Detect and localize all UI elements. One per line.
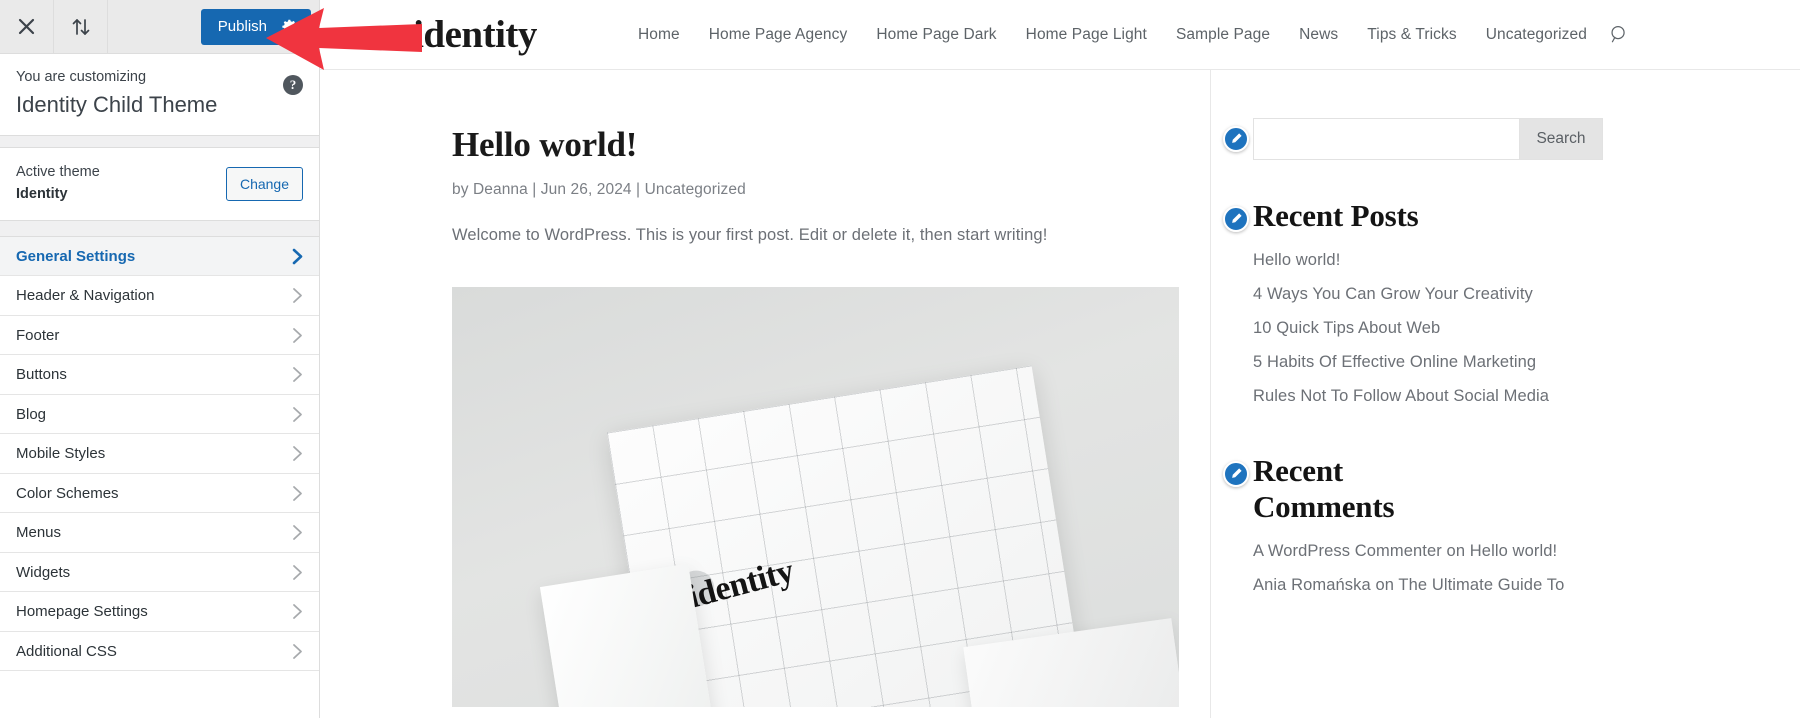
edit-pencil-icon[interactable]	[1223, 126, 1249, 152]
customizer-panel-label: Blog	[16, 405, 47, 423]
nav-link-home-page-light[interactable]: Home Page Light	[1026, 26, 1147, 44]
site-preview: identity Home Home Page Agency Home Page D…	[320, 0, 1800, 718]
search-magnifier-icon[interactable]	[1609, 24, 1630, 45]
customizer-panel-general-settings[interactable]: General Settings	[0, 236, 319, 277]
nav-link-news[interactable]: News	[1299, 26, 1338, 44]
customizer-sidebar: Publish You are customizing Identity Chi…	[0, 0, 320, 718]
post-content-column: Hello world! by Deanna | Jun 26, 2024 | …	[320, 70, 1210, 718]
recent-posts-list: Hello world! 4 Ways You Can Grow Your Cre…	[1253, 248, 1760, 409]
edit-pencil-icon[interactable]	[1223, 206, 1249, 232]
widget-sidebar: Search Recent Posts Hello world! 4 Ways Y…	[1210, 70, 1800, 718]
recent-comment-link[interactable]: A WordPress Commenter on Hello world!	[1253, 539, 1760, 564]
primary-navigation: Home Home Page Agency Home Page Dark Home P…	[638, 26, 1587, 44]
site-body: Hello world! by Deanna | Jun 26, 2024 | …	[320, 70, 1800, 718]
customizer-panel-widgets[interactable]: Widgets	[0, 553, 319, 593]
customizing-label: You are customizing	[16, 69, 147, 85]
nav-link-tips-tricks[interactable]: Tips & Tricks	[1367, 26, 1456, 44]
search-submit-button[interactable]: Search	[1519, 118, 1603, 160]
customizer-panel-label: Menus	[16, 524, 62, 542]
nav-link-home-page-agency[interactable]: Home Page Agency	[709, 26, 848, 44]
customizer-panel-label: Widgets	[16, 563, 71, 581]
panel-list-gap	[0, 220, 319, 237]
publish-button-label: Publish	[217, 17, 267, 35]
customizer-panel-menus[interactable]: Menus	[0, 513, 319, 553]
recent-post-link[interactable]: 5 Habits Of Effective Online Marketing	[1253, 350, 1760, 375]
chevron-right-icon	[292, 485, 303, 502]
chevron-right-icon	[292, 445, 303, 462]
search-widget: Search	[1253, 118, 1603, 160]
recent-post-link[interactable]: 4 Ways You Can Grow Your Creativity	[1253, 282, 1760, 307]
edit-pencil-icon[interactable]	[1223, 461, 1249, 488]
chevron-right-icon	[292, 603, 303, 620]
customizer-panel-label: Footer	[16, 326, 60, 344]
nav-link-sample-page[interactable]: Sample Page	[1176, 26, 1270, 44]
customizer-panel-label: Header & Navigation	[16, 287, 155, 305]
chevron-right-icon	[292, 327, 303, 344]
close-x-icon	[18, 18, 35, 35]
customizer-panel-label: Color Schemes	[16, 484, 119, 502]
chevron-right-icon	[292, 248, 303, 265]
customizer-panel-buttons[interactable]: Buttons	[0, 355, 319, 395]
customizer-panel-footer[interactable]: Footer	[0, 316, 319, 356]
customizer-topbar: Publish	[0, 0, 319, 54]
post-featured-image: identity	[452, 287, 1179, 707]
customizer-panel-label: Homepage Settings	[16, 603, 148, 621]
collapse-sidebar-button[interactable]	[54, 0, 108, 53]
change-theme-button[interactable]: Change	[225, 166, 303, 202]
customizer-panel-color-schemes[interactable]: Color Schemes	[0, 474, 319, 514]
question-mark-icon[interactable]: ?	[283, 75, 303, 95]
sort-updown-icon	[71, 18, 91, 36]
active-theme-name: Identity	[16, 186, 68, 203]
recent-posts-widget: Recent Posts Hello world! 4 Ways You Can …	[1223, 198, 1760, 409]
post-body-paragraph: Welcome to WordPress. This is your first…	[452, 226, 1048, 244]
chevron-right-icon	[292, 564, 303, 581]
header-spacer	[0, 136, 319, 149]
nav-link-uncategorized[interactable]: Uncategorized	[1486, 26, 1587, 44]
recent-comments-widget: Recent Comments A WordPress Commenter on…	[1223, 453, 1760, 598]
customizer-header: You are customizing Identity Child Theme…	[0, 54, 319, 137]
active-theme-info: Active theme Identity	[16, 162, 226, 206]
publish-area: Publish	[200, 0, 319, 53]
customizing-theme-name: Identity Child Theme	[16, 91, 218, 117]
chevron-right-icon	[292, 287, 303, 304]
customizer-panel-label: Buttons	[16, 366, 67, 384]
recent-comments-title: Recent Comments	[1253, 453, 1395, 525]
post-meta: by Deanna | Jun 26, 2024 | Uncategorized	[452, 181, 746, 198]
recent-comments-list: A WordPress Commenter on Hello world! Ani…	[1253, 539, 1760, 598]
site-logo[interactable]: identity	[320, 12, 620, 57]
recent-post-link[interactable]: Hello world!	[1253, 248, 1760, 273]
search-input[interactable]	[1253, 118, 1519, 160]
customizer-panel-label: General Settings	[16, 247, 136, 265]
recent-comment-link[interactable]: Ania Romańska on The Ultimate Guide To	[1253, 573, 1760, 598]
nav-link-home[interactable]: Home	[638, 26, 680, 44]
screen-root: Publish You are customizing Identity Chi…	[0, 0, 1800, 718]
customizer-panel-blog[interactable]: Blog	[0, 395, 319, 435]
active-theme-label: Active theme	[16, 164, 100, 181]
customizer-panel-homepage-settings[interactable]: Homepage Settings	[0, 592, 319, 632]
chevron-right-icon	[292, 366, 303, 383]
recent-post-link[interactable]: 10 Quick Tips About Web	[1253, 316, 1760, 341]
close-customizer-button[interactable]	[0, 0, 54, 53]
chevron-right-icon	[292, 406, 303, 423]
recent-posts-title: Recent Posts	[1253, 198, 1419, 233]
customizer-panel-label: Additional CSS	[16, 642, 117, 660]
publish-button[interactable]: Publish	[200, 8, 311, 45]
customizer-panel-additional-css[interactable]: Additional CSS	[0, 632, 319, 672]
post-title: Hello world!	[452, 125, 638, 164]
gear-icon[interactable]	[281, 18, 298, 35]
customizer-panel-label: Mobile Styles	[16, 445, 106, 463]
recent-post-link[interactable]: Rules Not To Follow About Social Media	[1253, 384, 1760, 409]
customizer-panel-header-navigation[interactable]: Header & Navigation	[0, 276, 319, 316]
customizer-panel-mobile-styles[interactable]: Mobile Styles	[0, 434, 319, 474]
chevron-right-icon	[292, 643, 303, 660]
active-theme-row: Active theme Identity Change	[0, 148, 319, 221]
nav-link-home-page-dark[interactable]: Home Page Dark	[876, 26, 996, 44]
customizer-panel-list: General Settings Header & Navigation Foote…	[0, 236, 319, 672]
site-header: identity Home Home Page Agency Home Page D…	[320, 0, 1800, 70]
chevron-right-icon	[292, 524, 303, 541]
